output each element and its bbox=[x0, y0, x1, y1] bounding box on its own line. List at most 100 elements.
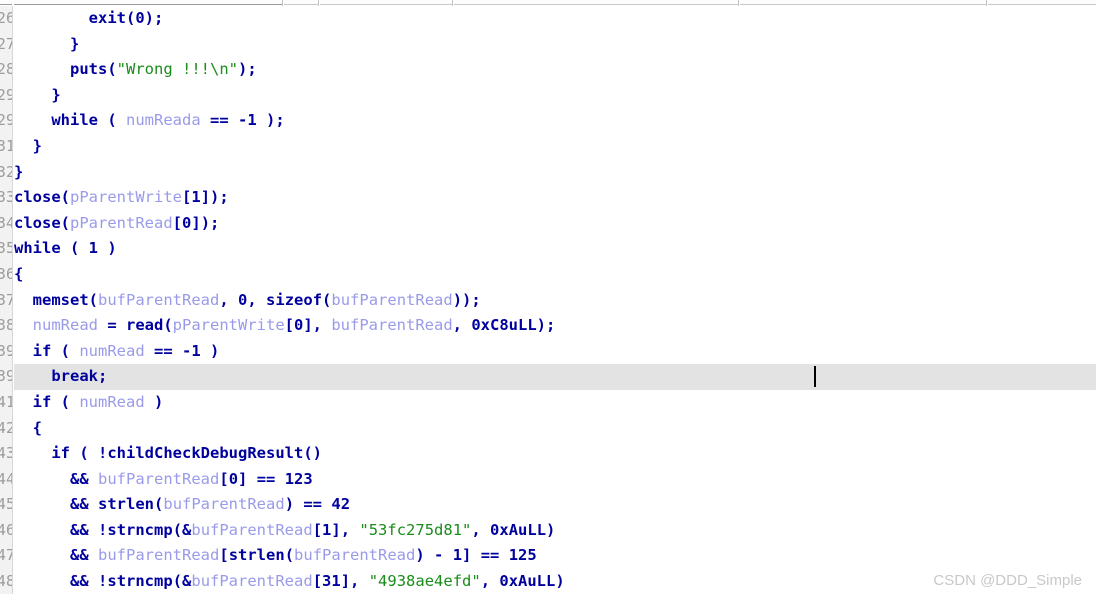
code-token-pun: { bbox=[14, 264, 24, 283]
code-token-kw: while bbox=[14, 239, 61, 258]
code-line[interactable]: && bufParentRead[strlen(bufParentRead) -… bbox=[14, 543, 1096, 569]
code-line[interactable]: } bbox=[14, 83, 1096, 109]
code-token-pun: } bbox=[51, 85, 61, 104]
code-token-pun: ) bbox=[98, 239, 117, 258]
code-line[interactable]: } bbox=[14, 134, 1096, 160]
toolbar-segment bbox=[740, 0, 986, 5]
code-token-pun: (& bbox=[172, 520, 192, 539]
code-token-num: 123 bbox=[284, 469, 313, 488]
code-token-num: 1 bbox=[88, 239, 99, 258]
code-token-pun: ( bbox=[70, 444, 98, 463]
code-token-var: pParentWrite bbox=[172, 316, 285, 335]
code-line[interactable]: && strlen(bufParentRead) == 42 bbox=[14, 492, 1096, 518]
text-caret bbox=[814, 366, 816, 388]
code-token-op: && bbox=[70, 572, 89, 591]
code-line[interactable]: if ( numRead == -1 ) bbox=[14, 339, 1096, 365]
code-token-pun: )); bbox=[452, 290, 481, 309]
code-token-pun: ( bbox=[322, 290, 332, 309]
code-line[interactable]: { bbox=[14, 416, 1096, 442]
code-token-pun: , bbox=[471, 520, 491, 539]
code-token-op: ! bbox=[98, 520, 108, 539]
code-token-num: 1 bbox=[322, 520, 332, 539]
code-token-var: bufParentRead bbox=[191, 520, 313, 539]
code-token-fn: close bbox=[14, 188, 61, 207]
code-token-pun: ( bbox=[88, 290, 99, 309]
code-token-pun: ) bbox=[200, 341, 220, 360]
code-token-pun: ); bbox=[536, 316, 556, 335]
code-line[interactable]: && !strncmp(&bufParentRead[1], "53fc275d… bbox=[14, 518, 1096, 544]
code-token-pun: [ bbox=[284, 316, 294, 335]
code-token-num: 0xAuLL bbox=[490, 520, 547, 539]
code-token-var: bufParentRead bbox=[98, 546, 220, 565]
code-token-pun: } bbox=[32, 136, 43, 155]
line-number: 128 bbox=[0, 57, 12, 83]
code-token-op: ! bbox=[98, 444, 108, 463]
code-token-op: == bbox=[200, 111, 238, 130]
line-number: 129 bbox=[0, 108, 12, 134]
code-token-var: bufParentRead bbox=[98, 290, 220, 309]
code-token-pun: (& bbox=[172, 572, 192, 591]
code-line[interactable]: while ( 1 ) bbox=[14, 236, 1096, 262]
code-token-pun: , bbox=[452, 316, 472, 335]
code-token-num: 31 bbox=[322, 572, 341, 591]
code-line[interactable]: if ( numRead ) bbox=[14, 390, 1096, 416]
code-token-num: 1 bbox=[191, 188, 201, 207]
code-token-op: = bbox=[98, 316, 126, 335]
code-token-var: numRead bbox=[79, 341, 145, 360]
code-token-pun: ( bbox=[107, 60, 117, 79]
code-token-var: bufParentRead bbox=[98, 469, 220, 488]
code-line[interactable]: && !strncmp(&bufParentRead[31], "4938ae4… bbox=[14, 569, 1096, 594]
code-token-var: numReada bbox=[126, 111, 201, 130]
code-line[interactable]: } bbox=[14, 160, 1096, 186]
code-token-pun: ( bbox=[60, 188, 71, 207]
toolbar-segment bbox=[284, 0, 318, 5]
code-token-var: bufParentRead bbox=[191, 572, 313, 591]
code-line[interactable]: while ( numReada == -1 ); bbox=[14, 108, 1096, 134]
code-line-current[interactable]: break; bbox=[14, 364, 1096, 390]
code-line[interactable]: close(pParentRead[0]); bbox=[14, 211, 1096, 237]
code-token-pun: [ bbox=[172, 213, 183, 232]
code-token-pun: ], bbox=[331, 520, 360, 539]
code-token-str: "4938ae4efd" bbox=[368, 572, 481, 591]
code-token-num: 125 bbox=[508, 546, 537, 565]
code-token-num: 0 bbox=[294, 316, 304, 335]
code-token-op: ] == bbox=[238, 469, 285, 488]
code-token-op: == bbox=[144, 341, 182, 360]
code-token-num: 0 bbox=[182, 213, 192, 232]
line-number: 129 bbox=[0, 83, 12, 109]
code-line[interactable]: if ( !childCheckDebugResult() bbox=[14, 441, 1096, 467]
code-line[interactable]: puts("Wrong !!!\n"); bbox=[14, 57, 1096, 83]
code-editor-surface[interactable]: exit(0); } puts("Wrong !!!\n"); } while … bbox=[14, 6, 1096, 594]
code-token-kw: if bbox=[32, 341, 52, 360]
code-line[interactable]: numRead = read(pParentWrite[0], bufParen… bbox=[14, 313, 1096, 339]
code-token-pun: ]); bbox=[191, 213, 220, 232]
line-number: 132 bbox=[0, 160, 12, 186]
code-line[interactable]: memset(bufParentRead, 0, sizeof(bufParen… bbox=[14, 288, 1096, 314]
code-token-pun: ( bbox=[51, 392, 80, 411]
code-line[interactable]: { bbox=[14, 262, 1096, 288]
code-token-pun: ) bbox=[144, 392, 164, 411]
code-line[interactable]: } bbox=[14, 32, 1096, 58]
code-line[interactable]: && bufParentRead[0] == 123 bbox=[14, 467, 1096, 493]
code-line[interactable]: close(pParentWrite[1]); bbox=[14, 185, 1096, 211]
code-token-var: pParentRead bbox=[70, 213, 173, 232]
code-token-fn: strlen bbox=[98, 495, 155, 514]
code-line[interactable]: exit(0); bbox=[14, 6, 1096, 32]
code-token-op: ) == bbox=[284, 495, 332, 514]
line-number: 147 bbox=[0, 543, 12, 569]
toolbar-segment bbox=[988, 0, 1096, 5]
code-token-pun: ], bbox=[303, 316, 332, 335]
code-token-pun: ); bbox=[144, 9, 164, 27]
code-token-fn: read bbox=[126, 316, 164, 335]
code-token-op: ! bbox=[98, 572, 108, 591]
